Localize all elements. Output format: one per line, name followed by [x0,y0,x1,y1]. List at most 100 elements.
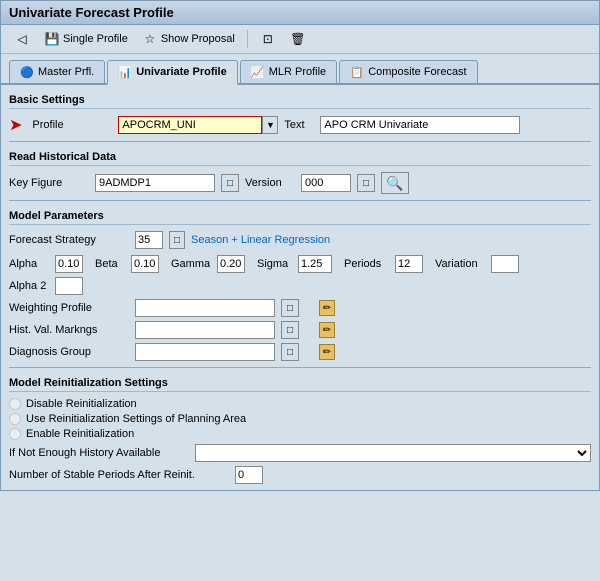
diagnosis-select-btn[interactable]: □ [281,343,299,361]
periods-input[interactable] [395,255,423,273]
beta-label: Beta [95,258,125,270]
version-label: Version [245,177,295,189]
diagnosis-input[interactable] [135,343,275,361]
univariate-tab-label: Univariate Profile [136,66,226,78]
tab-composite[interactable]: 📋 Composite Forecast [339,60,477,83]
text-label: Text [284,119,314,131]
forecast-strategy-label: Forecast Strategy [9,234,129,246]
profile-row: ➤ Profile ▼ Text [9,115,591,135]
periods-label: Periods [344,258,389,270]
diagnosis-row: Diagnosis Group □ ✏ [9,343,591,361]
forecast-strategy-row: Forecast Strategy □ Season + Linear Regr… [9,231,591,249]
tabs-container: 🔵 Master Prfl. 📊 Univariate Profile 📈 ML… [9,60,591,83]
stable-periods-input[interactable] [235,466,263,484]
hist-val-input[interactable] [135,321,275,339]
save-icon: 💾 [44,31,60,47]
alpha-row: Alpha Beta Gamma Sigma Periods Variation [9,255,591,273]
version-input[interactable] [301,174,351,192]
disable-reinit-row: Disable Reinitialization [9,398,591,410]
alpha-label: Alpha [9,258,49,270]
save-label: Single Profile [63,33,128,45]
profile-input[interactable] [118,116,262,134]
window-title: Univariate Forecast Profile [9,5,174,20]
divider-2 [9,200,591,201]
if-not-enough-label: If Not Enough History Available [9,447,189,459]
basic-settings-header: Basic Settings [9,91,591,109]
toolbar: ◁ 💾 Single Profile ☆ Show Proposal ⊡ 🗑 [1,25,599,54]
divider-1 [9,141,591,142]
version-search-btn[interactable]: 🔍 [381,172,409,194]
if-not-enough-row: If Not Enough History Available [9,444,591,462]
beta-input[interactable] [131,255,159,273]
key-figure-input[interactable] [95,174,215,192]
key-figure-label: Key Figure [9,177,89,189]
weighting-select-btn[interactable]: □ [281,299,299,317]
hist-val-edit-btn[interactable]: ✏ [319,322,335,338]
basic-settings-section: Basic Settings ➤ Profile ▼ Text [9,91,591,135]
copy-button[interactable]: ⊡ [255,29,281,49]
tab-univariate[interactable]: 📊 Univariate Profile [107,60,237,85]
disable-reinit-label: Disable Reinitialization [26,398,137,410]
master-tab-icon: 🔵 [20,65,34,79]
profile-combo: ▼ [118,116,278,134]
master-tab-label: Master Prfl. [38,66,94,78]
forecast-strategy-select-btn[interactable]: □ [169,231,185,249]
variation-label: Variation [435,258,485,270]
if-not-enough-combo [195,444,591,462]
hist-val-label: Hist. Val. Markngs [9,324,129,336]
mlr-tab-icon: 📈 [251,65,265,79]
weighting-label: Weighting Profile [9,302,129,314]
hist-val-select-btn[interactable]: □ [281,321,299,339]
stable-periods-row: Number of Stable Periods After Reinit. [9,466,591,484]
if-not-enough-select[interactable] [195,444,591,462]
proposal-label: Show Proposal [161,33,235,45]
tab-mlr[interactable]: 📈 MLR Profile [240,60,337,83]
version-select-btn[interactable]: □ [357,174,375,192]
enable-reinit-radio[interactable] [9,428,21,440]
diagnosis-edit-btn[interactable]: ✏ [319,344,335,360]
diagnosis-label: Diagnosis Group [9,346,129,358]
sigma-input[interactable] [298,255,332,273]
variation-input[interactable] [491,255,519,273]
show-proposal-button[interactable]: ☆ Show Proposal [137,29,240,49]
use-settings-reinit-row: Use Reinitialization Settings of Plannin… [9,413,591,425]
proposal-icon: ☆ [142,31,158,47]
key-figure-row: Key Figure □ Version □ 🔍 [9,172,591,194]
search-icon: 🔍 [386,175,403,192]
alpha2-input[interactable] [55,277,83,295]
main-window: Univariate Forecast Profile ◁ 💾 Single P… [0,0,600,491]
alpha2-label: Alpha 2 [9,280,49,292]
weighting-row: Weighting Profile □ ✏ [9,299,591,317]
model-parameters-header: Model Parameters [9,207,591,225]
hist-val-row: Hist. Val. Markngs □ ✏ [9,321,591,339]
composite-tab-icon: 📋 [350,65,364,79]
profile-label: Profile [32,119,112,131]
back-button[interactable]: ◁ [9,29,35,49]
alpha2-row: Alpha 2 [9,277,591,295]
use-settings-reinit-radio[interactable] [9,413,21,425]
reinit-section: Model Reinitialization Settings Disable … [9,374,591,484]
delete-button[interactable]: 🗑 [285,29,311,49]
text-input[interactable] [320,116,520,134]
weighting-edit-btn[interactable]: ✏ [319,300,335,316]
forecast-strategy-input[interactable] [135,231,163,249]
tab-master[interactable]: 🔵 Master Prfl. [9,60,105,83]
enable-reinit-row: Enable Reinitialization [9,428,591,440]
key-figure-select-btn[interactable]: □ [221,174,239,192]
profile-dropdown-arrow[interactable]: ▼ [262,116,278,134]
univariate-tab-icon: 📊 [118,65,132,79]
reinit-header: Model Reinitialization Settings [9,374,591,392]
strategy-link[interactable]: Season + Linear Regression [191,234,330,246]
toolbar-separator [247,30,248,48]
gamma-label: Gamma [171,258,211,270]
read-historical-header: Read Historical Data [9,148,591,166]
mlr-tab-label: MLR Profile [269,66,326,78]
gamma-input[interactable] [217,255,245,273]
stable-periods-label: Number of Stable Periods After Reinit. [9,469,229,481]
alpha-input[interactable] [55,255,83,273]
disable-reinit-radio[interactable] [9,398,21,410]
weighting-input[interactable] [135,299,275,317]
composite-tab-label: Composite Forecast [368,66,466,78]
save-single-profile-button[interactable]: 💾 Single Profile [39,29,133,49]
enable-reinit-label: Enable Reinitialization [26,428,134,440]
